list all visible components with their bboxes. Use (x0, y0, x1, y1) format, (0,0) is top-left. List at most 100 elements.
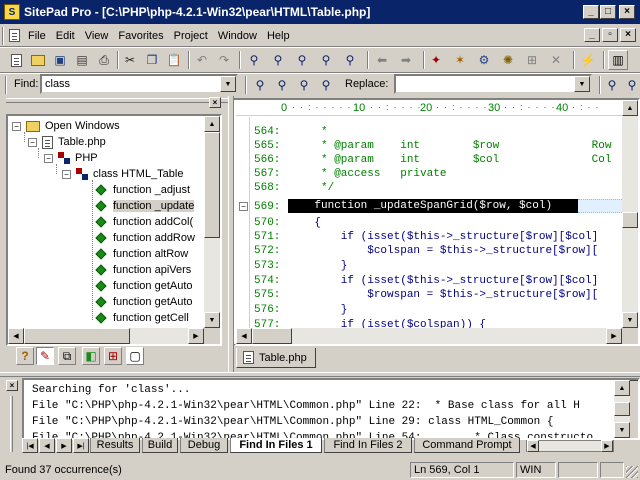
hscroll-thumb[interactable] (252, 328, 292, 344)
output-close-button[interactable]: × (6, 380, 18, 391)
help-icon[interactable]: ? (16, 347, 34, 365)
hscroll-thumb[interactable] (24, 328, 130, 344)
document-icon[interactable] (7, 29, 21, 43)
open-folder-icon[interactable] (28, 50, 48, 70)
step-icon[interactable]: ⚙ (474, 50, 494, 70)
menu-view[interactable]: View (80, 30, 114, 42)
scroll-up-icon[interactable]: ▲ (204, 116, 220, 132)
debug-icon[interactable]: ✶ (450, 50, 470, 70)
editor-vscrollbar[interactable]: ▲ ▼ (622, 100, 638, 328)
panel-grip[interactable] (6, 98, 228, 103)
undo-icon[interactable]: ↶ (192, 50, 212, 70)
tree-item-function[interactable]: function getAuto (94, 294, 193, 310)
find-in-files-icon[interactable]: ⚲ (316, 50, 336, 70)
tree-hscrollbar[interactable]: ◀ ▶ (8, 328, 204, 344)
scroll-down-icon[interactable]: ▼ (614, 422, 630, 438)
find-next-icon[interactable]: ⚲ (268, 50, 288, 70)
close-button[interactable]: × (619, 5, 635, 19)
find-dropdown-arrow-icon[interactable]: ▼ (220, 76, 236, 92)
tree-item-open-windows[interactable]: − Open Windows (12, 118, 120, 134)
tree-vscrollbar[interactable]: ▲ ▼ (204, 116, 220, 328)
scroll-right-icon[interactable]: ▶ (188, 328, 204, 344)
tab-results[interactable]: Results (90, 438, 140, 453)
scroll-up-icon[interactable]: ▲ (614, 380, 630, 396)
forward-arrow-icon[interactable]: ➡ (396, 50, 416, 70)
mdi-minimize-button[interactable]: _ (584, 28, 600, 42)
scroll-thumb[interactable] (622, 212, 638, 228)
replace-icon[interactable]: ⚲ (340, 50, 360, 70)
tree-item-function[interactable]: function _adjust (94, 182, 190, 198)
collapse-icon[interactable]: − (62, 169, 71, 179)
output-vscrollbar[interactable]: ▲ ▼ (614, 380, 630, 438)
panel-close-button[interactable]: × (209, 97, 221, 108)
breakpoint-icon[interactable]: ✺ (498, 50, 518, 70)
collapse-icon[interactable]: − (28, 137, 37, 147)
scroll-down-icon[interactable]: ▼ (204, 312, 220, 328)
scroll-thumb[interactable] (614, 402, 630, 416)
tree-item-function[interactable]: function addCol( (94, 214, 193, 230)
tree-item-function[interactable]: function getCell (94, 310, 189, 326)
lightning-icon[interactable]: ⚡ (578, 50, 598, 70)
replace-input[interactable]: ▼ (394, 74, 592, 94)
tree-item-function-selected[interactable]: function _update (94, 198, 195, 214)
menu-window[interactable]: Window (213, 30, 262, 42)
new-file-icon[interactable] (6, 50, 26, 70)
find-icon[interactable]: ⚲ (244, 50, 264, 70)
cut-icon[interactable]: ✂ (120, 50, 140, 70)
horizontal-splitter[interactable] (0, 372, 640, 377)
tab-first-icon[interactable]: |◀ (22, 438, 38, 453)
scroll-thumb[interactable] (204, 132, 220, 238)
app-icon[interactable]: S (4, 4, 20, 20)
print-icon[interactable]: ⎙ (94, 50, 114, 70)
fold-icon[interactable]: − (239, 202, 248, 211)
tab-find-in-files-2[interactable]: Find In Files 2 (324, 438, 412, 453)
stop-icon[interactable]: ✕ (546, 50, 566, 70)
scroll-right-icon[interactable]: ▶ (606, 328, 622, 344)
resize-grip-icon[interactable] (626, 466, 638, 478)
tab-find-in-files-1[interactable]: Find In Files 1 (230, 438, 322, 453)
file-tree[interactable]: − Open Windows − Table.php − PHP − class… (8, 116, 220, 344)
tree-item-php[interactable]: − PHP (44, 150, 98, 166)
menu-edit[interactable]: Edit (51, 30, 80, 42)
replace-dropdown-arrow-icon[interactable]: ▼ (574, 76, 590, 92)
save-all-icon[interactable]: ▤ (72, 50, 92, 70)
menu-help[interactable]: Help (262, 30, 295, 42)
mdi-close-button[interactable]: × (620, 28, 636, 42)
code-explorer-icon[interactable]: ◧ (82, 347, 100, 365)
save-icon[interactable]: ▣ (50, 50, 70, 70)
tree-item-function[interactable]: function getAuto (94, 278, 193, 294)
menu-file[interactable]: File (23, 30, 51, 42)
tab-hscrollbar[interactable]: ◀ ▶ (526, 440, 614, 452)
tree-item-table-php[interactable]: − Table.php (28, 134, 106, 150)
copy-icon[interactable]: ❐ (142, 50, 162, 70)
redo-icon[interactable]: ↷ (214, 50, 234, 70)
paste-icon[interactable]: 📋 (164, 50, 184, 70)
replace-next-icon[interactable]: ⚲ (602, 75, 622, 95)
tree-item-function[interactable]: function altRow (94, 246, 188, 262)
mdi-restore-button[interactable]: ▫ (602, 28, 618, 42)
windows-icon[interactable]: ⧉ (58, 347, 76, 365)
tab-next-icon[interactable]: ▶ (56, 438, 72, 453)
find-bar-prev-icon[interactable]: ⚲ (294, 75, 314, 95)
replace-all-icon[interactable]: ⚲ (622, 75, 640, 95)
scroll-up-icon[interactable]: ▲ (622, 100, 638, 116)
watch-icon[interactable]: ⊞ (522, 50, 542, 70)
layout-icon[interactable]: ▥ (608, 50, 628, 70)
find-prev-icon[interactable]: ⚲ (292, 50, 312, 70)
tree-item-class-html-table[interactable]: − class HTML_Table (62, 166, 183, 182)
tab-build[interactable]: Build (142, 438, 178, 453)
scroll-left-icon[interactable]: ◀ (8, 328, 24, 344)
editor-hscrollbar[interactable]: ◀ ▶ (236, 328, 622, 344)
tab-command-prompt[interactable]: Command Prompt (414, 438, 520, 453)
find-input[interactable]: class ▼ (40, 74, 238, 94)
project-icon[interactable]: ⊞ (104, 347, 122, 365)
minimize-button[interactable]: _ (583, 5, 599, 19)
collapse-icon[interactable]: − (12, 121, 21, 131)
tab-debug[interactable]: Debug (180, 438, 228, 453)
tree-item-function[interactable]: function apiVers (94, 262, 191, 278)
scroll-left-icon[interactable]: ◀ (236, 328, 252, 344)
scroll-down-icon[interactable]: ▼ (622, 312, 638, 328)
blank-page-icon[interactable]: ▢ (126, 347, 144, 365)
find-bar-files-icon[interactable]: ⚲ (316, 75, 336, 95)
output-panel[interactable]: Searching for 'class'... File "C:\PHP\ph… (24, 380, 614, 438)
